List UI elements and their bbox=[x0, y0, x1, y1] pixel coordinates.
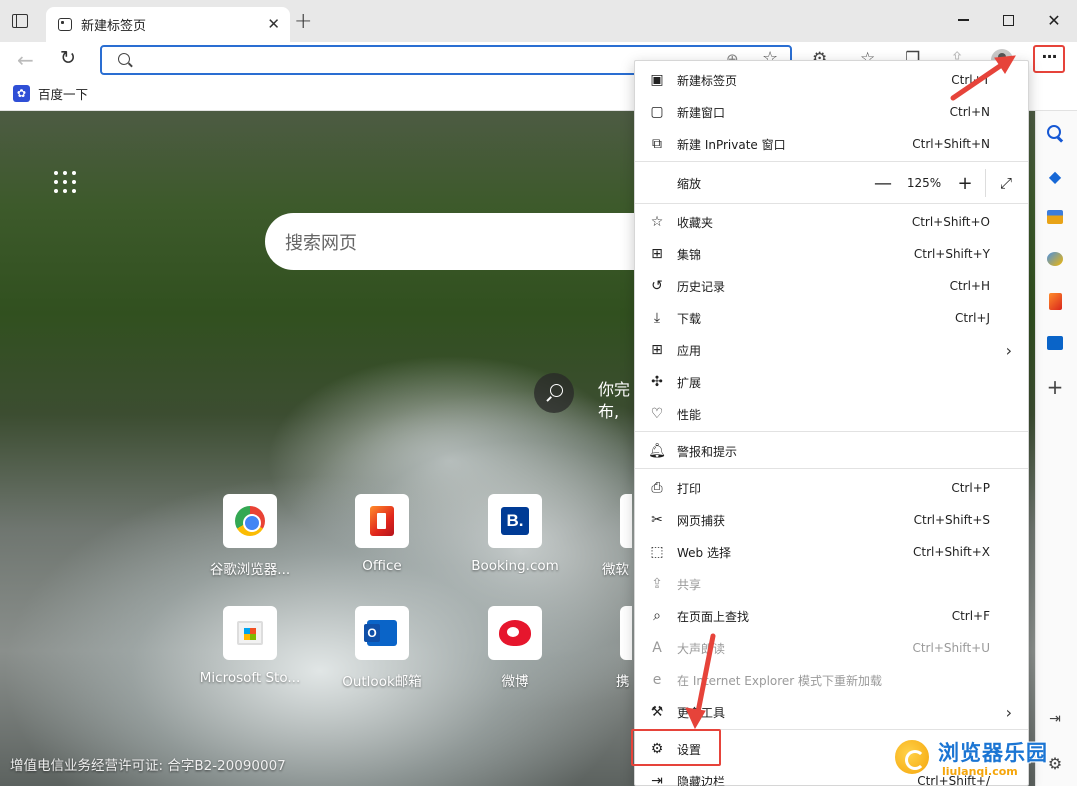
arrow-to-more-button bbox=[950, 61, 1006, 101]
annotation-arrows bbox=[685, 55, 1016, 730]
watermark-logo: 浏览器乐园 liulanqi.com bbox=[892, 733, 1077, 786]
arrow-head bbox=[685, 707, 706, 730]
arrow-to-settings bbox=[695, 633, 716, 715]
watermark-url: liulanqi.com bbox=[942, 765, 1018, 778]
watermark-icon bbox=[892, 737, 932, 777]
watermark-title: 浏览器乐园 bbox=[938, 741, 1048, 765]
